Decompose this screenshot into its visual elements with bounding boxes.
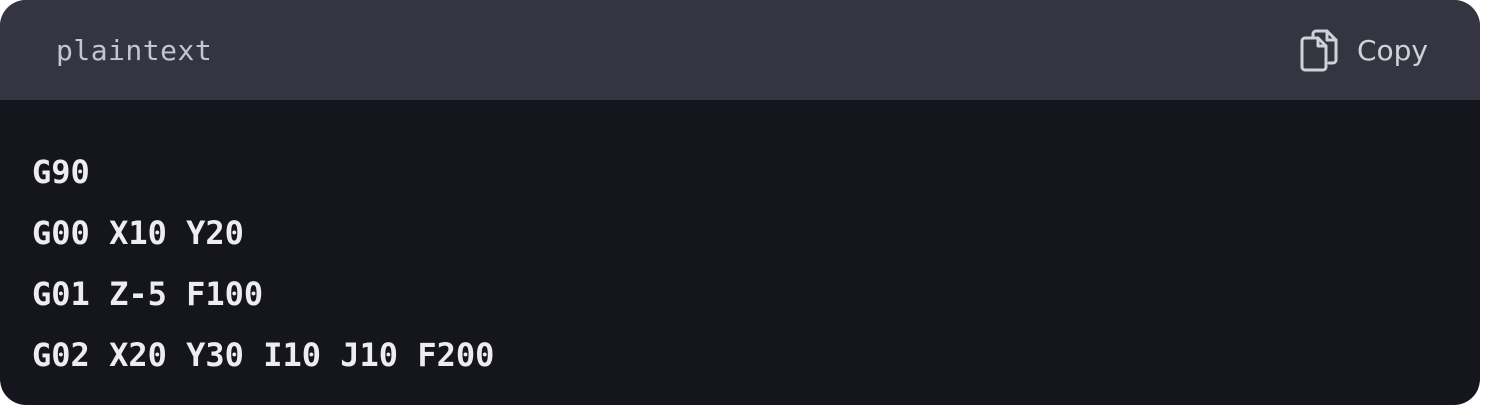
code-block: plaintext Copy G90 G00 X10 Y20 G01 Z-5 F…: [0, 0, 1480, 405]
copy-label: Copy: [1356, 33, 1428, 67]
code-line: G01 Z-5 F100: [32, 275, 264, 313]
code-line: G00 X10 Y20: [32, 214, 244, 252]
code-line: G90: [32, 153, 90, 191]
copy-icon: [1299, 28, 1339, 72]
code-line: G02 X20 Y30 I10 J10 F200: [32, 336, 495, 374]
code-header: plaintext Copy: [0, 0, 1480, 100]
language-label: plaintext: [56, 33, 213, 67]
copy-button[interactable]: Copy: [1299, 28, 1428, 72]
code-body: G90 G00 X10 Y20 G01 Z-5 F100 G02 X20 Y30…: [0, 100, 1480, 386]
